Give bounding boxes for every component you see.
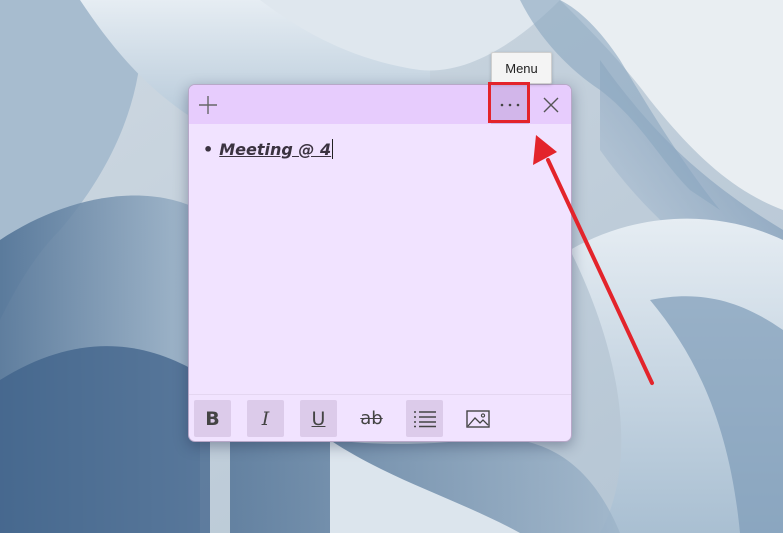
bullet-list-icon <box>413 410 436 427</box>
menu-tooltip: Menu <box>491 52 552 84</box>
bold-button[interactable]: B <box>194 400 231 437</box>
italic-button[interactable]: I <box>247 400 284 437</box>
close-icon <box>543 97 559 112</box>
bullet-marker: • <box>203 139 214 159</box>
list-item[interactable]: • Meeting @ 4 <box>203 139 334 159</box>
text-cursor <box>332 139 334 159</box>
close-button[interactable] <box>531 85 571 124</box>
note-text[interactable]: Meeting @ 4 <box>219 140 331 159</box>
new-note-button[interactable] <box>189 85 227 124</box>
formatting-toolbar: B I U ab <box>189 394 571 441</box>
sticky-note-window: • Meeting @ 4 B I U ab <box>188 84 572 442</box>
plus-icon <box>199 95 217 114</box>
underline-button[interactable]: U <box>300 400 337 437</box>
insert-image-button[interactable] <box>459 400 496 437</box>
note-content-area[interactable]: • Meeting @ 4 <box>189 124 571 394</box>
image-icon <box>465 409 490 428</box>
bullet-list-button[interactable] <box>406 400 443 437</box>
strikethrough-button[interactable]: ab <box>353 400 390 437</box>
annotation-highlight-box <box>488 82 530 123</box>
